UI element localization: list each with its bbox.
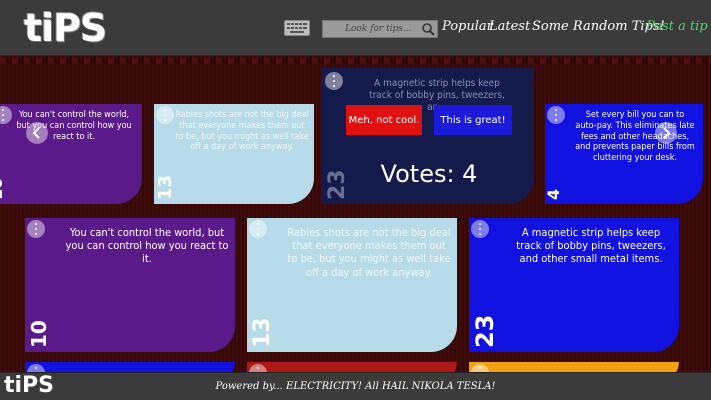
site-logo[interactable]: tiPS	[24, 6, 107, 50]
top-bar: tiPS Popular Latest Some Random Tips! Po…	[0, 0, 711, 56]
tip-card[interactable]: Rabies shots are not the big deal that e…	[247, 218, 457, 352]
search-input[interactable]	[323, 21, 421, 37]
nav-random-tips[interactable]: Some Random Tips!	[532, 19, 665, 34]
options-icon[interactable]	[471, 220, 489, 238]
vote-count: Votes: 4	[380, 160, 478, 188]
tip-text: A magnetic strip helps keep track of bob…	[516, 226, 666, 266]
tip-number: 13	[250, 317, 275, 348]
keyboard-icon[interactable]	[284, 20, 310, 36]
tip-number: 10	[27, 320, 51, 348]
options-icon[interactable]	[249, 220, 267, 238]
options-icon[interactable]	[0, 106, 12, 124]
downvote-button[interactable]: Meh, not cool.	[346, 105, 422, 135]
tip-card[interactable]: A magnetic strip helps keep track of bob…	[469, 218, 679, 352]
chevron-left-icon[interactable]	[26, 122, 48, 144]
tip-text: You can't control the world, but you can…	[65, 226, 229, 266]
tip-text: Rabies shots are not the big deal that e…	[287, 226, 451, 279]
tip-card[interactable]: Rabies shots are not the big deal that e…	[154, 104, 314, 204]
options-icon[interactable]	[27, 220, 45, 238]
search-box	[322, 20, 438, 38]
options-icon[interactable]	[325, 72, 343, 90]
post-tip-link[interactable]: Post a tip	[646, 19, 708, 34]
tip-card[interactable]: You can't control the world, but you can…	[25, 218, 235, 352]
upvote-button[interactable]: This is great!	[434, 105, 512, 135]
nav-latest[interactable]: Latest	[489, 19, 530, 34]
tip-number: 10	[0, 177, 6, 200]
tip-text: Set every bill you can to auto-pay. This…	[575, 110, 695, 164]
tip-number: 13	[155, 174, 176, 200]
tip-card[interactable]: You can't control the world, but you can…	[0, 104, 142, 204]
chevron-right-icon[interactable]	[655, 122, 677, 144]
footer: tiPS Powered by... ELECTRICITY! All HAIL…	[0, 372, 711, 400]
nav-popular[interactable]: Popular	[442, 19, 493, 34]
search-icon[interactable]	[421, 22, 435, 36]
tip-text: Rabies shots are not the big deal that e…	[175, 110, 309, 153]
tip-number: 4	[545, 188, 563, 200]
scroll-strip	[0, 58, 711, 64]
tip-number: 23	[471, 314, 499, 348]
options-icon[interactable]	[547, 106, 565, 124]
footer-credit: Powered by... ELECTRICITY! All HAIL NIKO…	[215, 381, 496, 392]
options-icon[interactable]	[156, 106, 174, 124]
tip-card[interactable]: Set every bill you can to auto-pay. This…	[545, 104, 703, 204]
